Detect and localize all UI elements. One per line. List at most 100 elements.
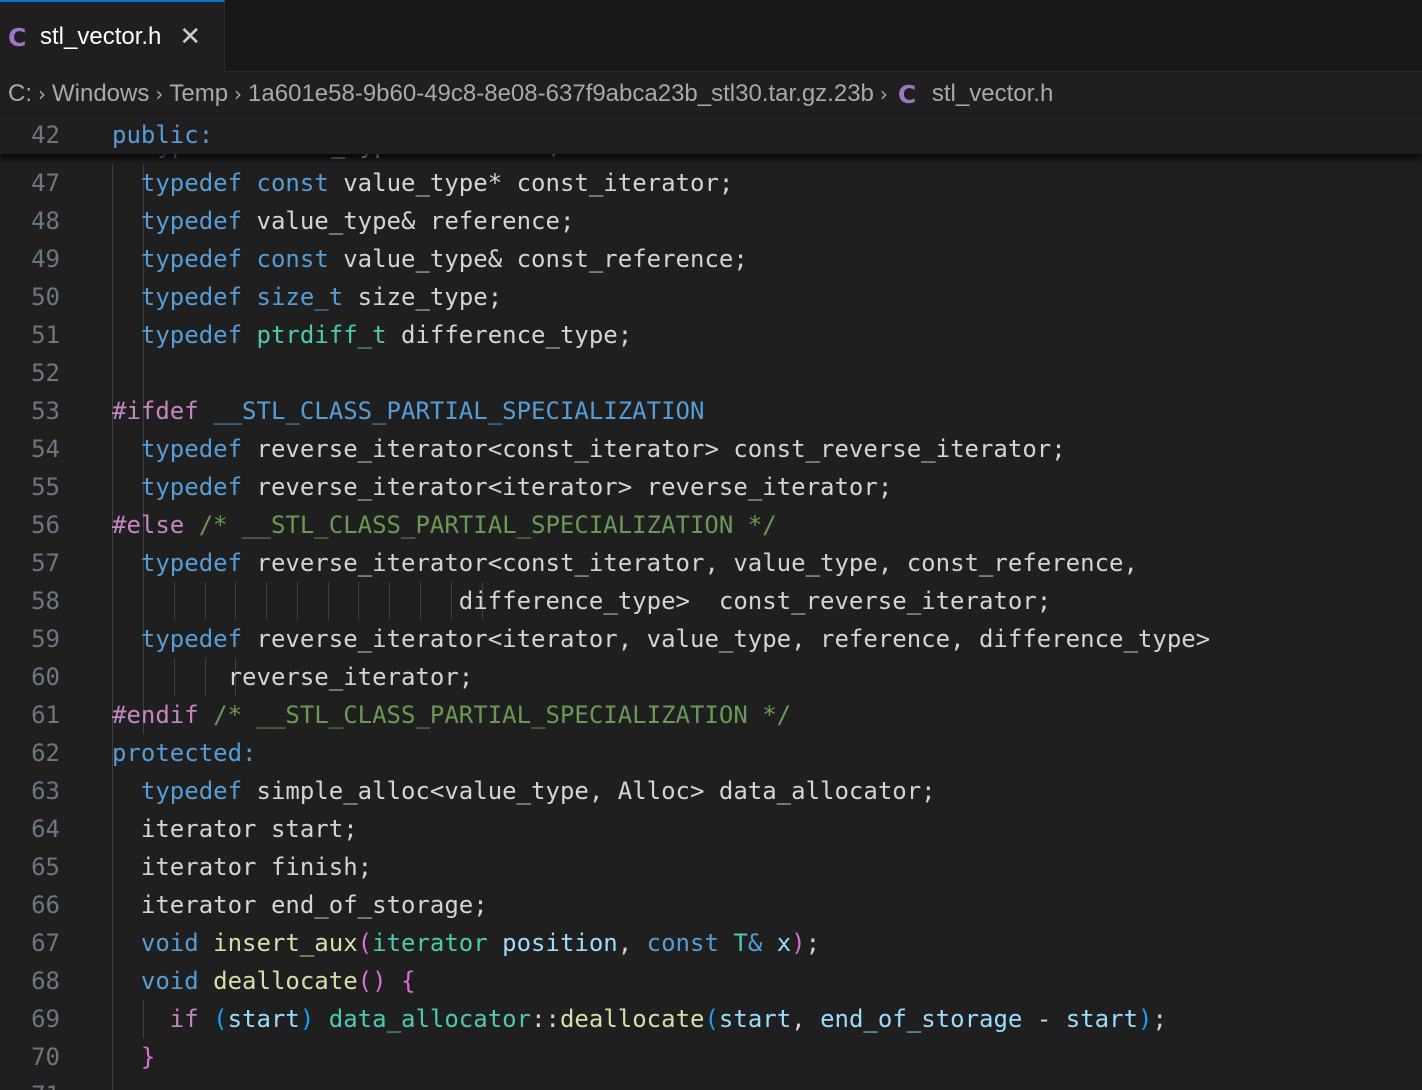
keyword-token: & xyxy=(747,929,763,957)
line-number: 67 xyxy=(31,929,60,957)
code-text: typedef value_type* iterator; xyxy=(143,154,562,164)
code-line[interactable]: 47 typedef const value_type* const_itera… xyxy=(0,164,1422,202)
code-token: reverse_iterator<const_iterator, value_t… xyxy=(242,549,1138,577)
function-token: deallocate xyxy=(559,1005,705,1033)
line-number: 57 xyxy=(31,549,60,577)
code-line[interactable]: 60 reverse_iterator; xyxy=(0,658,1422,696)
chevron-right-icon: › xyxy=(234,82,243,106)
keyword-token: const xyxy=(646,929,719,957)
type-token: ptrdiff_t xyxy=(256,321,387,349)
code-token: reverse_iterator<const_iterator> const_r… xyxy=(242,435,1066,463)
code-line[interactable]: 64 iterator start; xyxy=(0,810,1422,848)
code-editor[interactable]: 47 typedef const value_type* const_itera… xyxy=(0,164,1422,1090)
breadcrumb-item-windows[interactable]: Windows xyxy=(52,80,149,108)
code-line[interactable]: 70 } xyxy=(0,1038,1422,1076)
sticky-line[interactable]: 42 public: xyxy=(0,116,1422,154)
code-line[interactable]: 54 typedef reverse_iterator<const_iterat… xyxy=(0,430,1422,468)
code-text: public: xyxy=(112,121,214,149)
code-line[interactable]: 66 iterator end_of_storage; xyxy=(0,886,1422,924)
breadcrumb-item-file[interactable]: stl_vector.h xyxy=(932,80,1053,108)
keyword-token: typedef xyxy=(140,169,243,197)
line-number: 70 xyxy=(31,1043,60,1071)
line-number: 56 xyxy=(31,511,60,539)
code-line[interactable]: 63 typedef simple_alloc<value_type, Allo… xyxy=(0,772,1422,810)
code-token: value_type& reference; xyxy=(242,207,575,235)
variable-token: start xyxy=(227,1005,300,1033)
code-line[interactable]: 52 xyxy=(0,354,1422,392)
bracket-token: ( xyxy=(704,1005,719,1033)
keyword-token: __STL_CLASS_PARTIAL_SPECIALIZATION xyxy=(213,397,705,425)
bracket-token: ( xyxy=(357,929,373,957)
code-line[interactable]: 62 protected: xyxy=(0,734,1422,772)
type-token: iterator xyxy=(372,929,488,957)
code-line[interactable]: 57 typedef reverse_iterator<const_iterat… xyxy=(0,544,1422,582)
line-number: 53 xyxy=(31,397,60,425)
line-number: 68 xyxy=(31,967,60,995)
keyword-token: protected: xyxy=(112,739,257,767)
indent-guide xyxy=(112,354,113,392)
function-token: deallocate xyxy=(213,967,358,995)
code-line[interactable]: 68 void deallocate() { xyxy=(0,962,1422,1000)
code-line[interactable]: 53 #ifdef __STL_CLASS_PARTIAL_SPECIALIZAT… xyxy=(0,392,1422,430)
code-text: typedef reverse_iterator<const_iterator>… xyxy=(112,430,1066,468)
variable-token: start xyxy=(1065,1005,1138,1033)
breadcrumb-item-temp[interactable]: Temp xyxy=(169,80,228,108)
breadcrumb-item-folder[interactable]: 1a601e58-9b60-49c8-8e08-637f9abca23b_stl… xyxy=(248,80,874,108)
code-line[interactable]: 69 if (start) data_allocator::deallocate… xyxy=(0,1000,1422,1038)
sticky-scroll-header[interactable]: 42 public: xyxy=(0,116,1422,154)
line-number: 71 xyxy=(0,1076,60,1090)
code-line[interactable]: 51 typedef ptrdiff_t difference_type; xyxy=(0,316,1422,354)
keyword-token: void xyxy=(140,929,199,957)
code-line[interactable]: 55 typedef reverse_iterator<iterator> re… xyxy=(0,468,1422,506)
code-line[interactable]: 49 typedef const value_type& const_refer… xyxy=(0,240,1422,278)
keyword-token: typedef xyxy=(140,625,243,653)
preprocessor-token: #endif xyxy=(112,701,199,729)
keyword-token: typedef xyxy=(140,549,243,577)
line-number: 52 xyxy=(31,359,60,387)
keyword-token: typedef xyxy=(140,283,243,311)
code-line[interactable]: 50 typedef size_t size_type; xyxy=(0,278,1422,316)
comment-token: /* __STL_CLASS_PARTIAL_SPECIALIZATION */ xyxy=(198,511,777,539)
tab-label: stl_vector.h xyxy=(40,23,162,50)
tab-stl-vector[interactable]: C stl_vector.h ✕ xyxy=(0,0,225,72)
keyword-token: const xyxy=(256,169,329,197)
code-line[interactable]: 59 typedef reverse_iterator<iterator, va… xyxy=(0,620,1422,658)
code-token: iterator start; xyxy=(112,815,358,843)
preprocessor-token: #else xyxy=(112,511,185,539)
code-line[interactable]: 67 void insert_aux(iterator position, co… xyxy=(0,924,1422,962)
breadcrumb-item-drive[interactable]: C: xyxy=(8,80,32,108)
code-line[interactable]: 48 typedef value_type& reference; xyxy=(0,202,1422,240)
code-token: ; xyxy=(1152,1005,1167,1033)
code-text: typedef const value_type& const_referenc… xyxy=(112,240,748,278)
code-line[interactable]: 65 iterator finish; xyxy=(0,848,1422,886)
line-number: 59 xyxy=(31,625,60,653)
code-token: ; xyxy=(805,929,821,957)
code-line[interactable]: 71 xyxy=(0,1076,1422,1090)
keyword-token: typedef xyxy=(143,154,244,159)
keyword-token: void xyxy=(140,967,199,995)
code-token: :: xyxy=(531,1005,560,1033)
code-line[interactable]: 56 #else /* __STL_CLASS_PARTIAL_SPECIALIZ… xyxy=(0,506,1422,544)
code-token: difference_type> const_reverse_iterator; xyxy=(112,587,1052,615)
code-text: typedef value_type& reference; xyxy=(112,202,575,240)
close-icon[interactable]: ✕ xyxy=(179,22,201,52)
code-line[interactable]: 61 #endif /* __STL_CLASS_PARTIAL_SPECIALI… xyxy=(0,696,1422,734)
code-text: reverse_iterator; xyxy=(112,658,474,696)
code-text: protected: xyxy=(112,734,257,772)
code-line[interactable]: 58 difference_type> const_reverse_iterat… xyxy=(0,582,1422,620)
type-token: T xyxy=(733,929,748,957)
line-number: 47 xyxy=(31,169,60,197)
